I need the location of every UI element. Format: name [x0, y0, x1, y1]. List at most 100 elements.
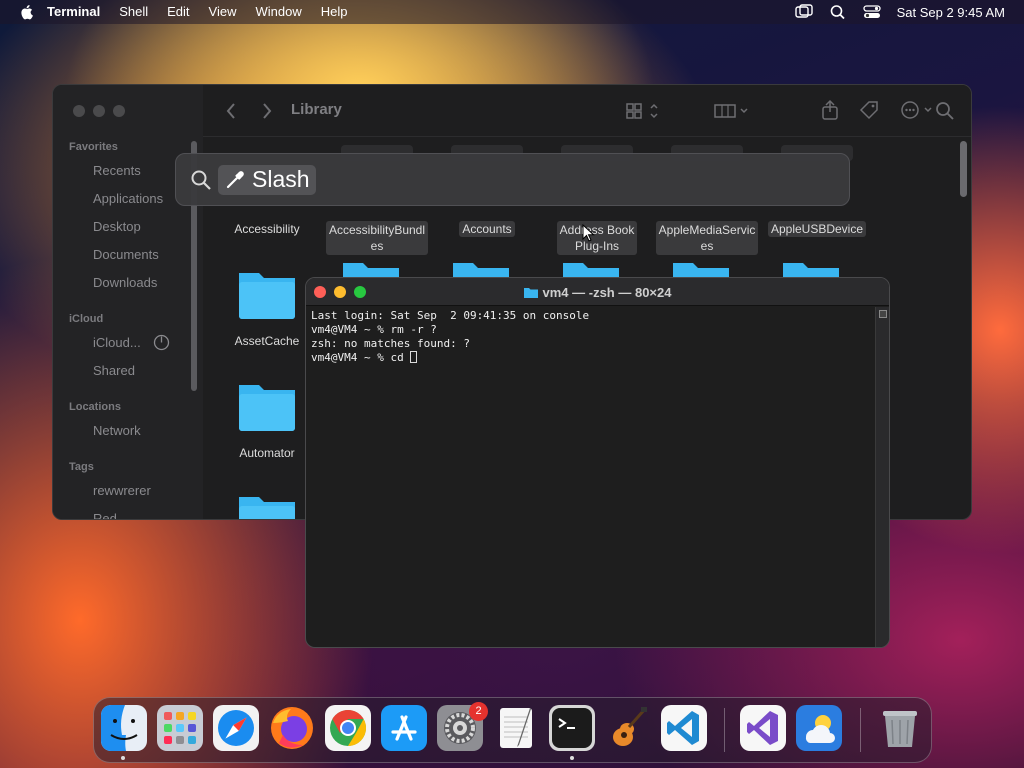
- vscode-icon: [661, 705, 707, 751]
- dock-app-finder[interactable]: [101, 705, 147, 751]
- dock-running-indicator: [570, 756, 574, 760]
- menu-window[interactable]: Window: [256, 0, 302, 24]
- folder-label-text: AppleMediaServic es: [655, 221, 759, 255]
- terminal-icon: [549, 705, 595, 751]
- slash-token-label: Slash: [252, 166, 310, 192]
- sidebar-item-tag-rewwrerer[interactable]: rewwrerer: [93, 483, 151, 498]
- dock-app-firefox[interactable]: [269, 705, 315, 751]
- menu-app-terminal[interactable]: Terminal: [47, 0, 100, 24]
- terminal-line: zsh: no matches found: ?: [311, 337, 470, 350]
- sidebar-item-shared[interactable]: Shared: [93, 363, 135, 378]
- forward-chevron-icon[interactable]: [261, 102, 273, 120]
- folder-label-address-book-plugins[interactable]: Address Book Plug-Ins: [542, 221, 652, 255]
- dock: 2: [93, 697, 932, 763]
- folder-label-accounts[interactable]: Accounts: [432, 221, 542, 237]
- sidebar-header-favorites: Favorites: [69, 141, 118, 153]
- terminal-line: vm4@VM4 ~ % cd: [311, 351, 411, 364]
- sidebar-item-icloud-drive[interactable]: iCloud...: [93, 335, 141, 350]
- menubar-clock[interactable]: Sat Sep 2 9:45 AM: [897, 5, 1005, 20]
- terminal-title: vm4 — -zsh — 80×24: [306, 285, 889, 300]
- folder-label-accessibilitybundles[interactable]: AccessibilityBundl es: [322, 221, 432, 255]
- dock-app-chrome[interactable]: [325, 705, 371, 751]
- terminal-line: vm4@VM4 ~ % rm -r ?: [311, 323, 437, 336]
- back-chevron-icon[interactable]: [225, 102, 237, 120]
- control-center-icon[interactable]: [862, 4, 881, 20]
- terminal-window[interactable]: vm4 — -zsh — 80×24 Last login: Sat Sep 2…: [305, 277, 890, 648]
- search-icon: [191, 170, 211, 190]
- sidebar-item-tag-red[interactable]: Red: [93, 511, 117, 519]
- launchpad-icon: [157, 705, 203, 751]
- dock-app-visual-studio[interactable]: [740, 705, 786, 751]
- terminal-scrollbar[interactable]: [875, 307, 889, 647]
- dock-app-textedit[interactable]: [493, 705, 539, 751]
- finder-toolbar: Library: [203, 85, 971, 137]
- sidebar-item-downloads[interactable]: Downloads: [93, 275, 157, 290]
- finder-content-scrollbar[interactable]: [960, 141, 967, 197]
- finder-search-icon[interactable]: [935, 101, 955, 121]
- menu-view[interactable]: View: [209, 0, 237, 24]
- dock-app-weather[interactable]: [796, 705, 842, 751]
- terminal-output[interactable]: Last login: Sat Sep 2 09:41:35 on consol…: [306, 307, 875, 647]
- view-grid-icon[interactable]: [625, 101, 661, 121]
- menu-help[interactable]: Help: [321, 0, 348, 24]
- folder-label-appleusbdevice[interactable]: AppleUSBDevice: [762, 221, 872, 237]
- folder-icon-automator[interactable]: [237, 381, 297, 431]
- firefox-icon: [271, 707, 313, 749]
- dock-separator: [724, 708, 725, 752]
- sidebar-header-icloud: iCloud: [69, 313, 104, 325]
- dock-app-trash[interactable]: [877, 705, 923, 751]
- app-store-icon: [381, 705, 427, 751]
- dock-app-terminal[interactable]: [549, 705, 595, 751]
- finder-close-button[interactable]: [73, 105, 85, 117]
- dock-app-garageband[interactable]: [605, 705, 651, 751]
- folder-icon[interactable]: [237, 493, 297, 520]
- share-icon[interactable]: [820, 99, 840, 121]
- textedit-icon: [500, 708, 532, 748]
- terminal-scroll-knob[interactable]: [879, 310, 887, 318]
- finder-zoom-button[interactable]: [113, 105, 125, 117]
- dock-app-vscode[interactable]: [661, 705, 707, 751]
- finder-minimize-button[interactable]: [93, 105, 105, 117]
- sidebar-item-recents[interactable]: Recents: [93, 163, 141, 178]
- more-actions-icon[interactable]: [900, 100, 938, 120]
- system-settings-badge: 2: [469, 702, 488, 721]
- sidebar-item-applications[interactable]: Applications: [93, 191, 163, 206]
- slash-command-bar[interactable]: Slash: [175, 153, 850, 206]
- sidebar-item-documents[interactable]: Documents: [93, 247, 159, 262]
- spotlight-search-icon[interactable]: [829, 4, 847, 20]
- folder-label-applemediaservices[interactable]: AppleMediaServic es: [652, 221, 762, 255]
- menu-edit[interactable]: Edit: [167, 0, 189, 24]
- screen-mirroring-icon[interactable]: [794, 4, 813, 20]
- folder-label-text: Address Book Plug-Ins: [556, 221, 638, 255]
- finder-window-title: Library: [291, 101, 342, 118]
- folder-label-accessibility[interactable]: Accessibility: [212, 221, 322, 237]
- terminal-titlebar[interactable]: vm4 — -zsh — 80×24: [306, 278, 889, 306]
- menu-shell[interactable]: Shell: [119, 0, 148, 24]
- trash-icon: [883, 711, 917, 747]
- terminal-title-text: vm4 — -zsh — 80×24: [542, 285, 672, 300]
- sidebar-item-desktop[interactable]: Desktop: [93, 219, 141, 234]
- folder-label-text: Accounts: [459, 221, 515, 237]
- dock-separator: [860, 708, 861, 752]
- safari-compass-icon: [213, 705, 259, 751]
- folder-label-text: AccessibilityBundl es: [325, 221, 429, 255]
- tag-icon[interactable]: [858, 99, 880, 121]
- sidebar-header-tags: Tags: [69, 461, 94, 473]
- terminal-prompt-line[interactable]: vm4@VM4 ~ % cd: [311, 351, 870, 365]
- folder-label-text: AppleUSBDevice: [767, 221, 867, 237]
- slash-token[interactable]: Slash: [218, 164, 316, 195]
- sidebar-item-network[interactable]: Network: [93, 423, 141, 438]
- dock-app-safari[interactable]: [213, 705, 259, 751]
- dock-app-app-store[interactable]: [381, 705, 427, 751]
- chrome-icon: [325, 705, 371, 751]
- finder-window-controls: [73, 105, 133, 117]
- apple-logo-icon[interactable]: [19, 4, 33, 20]
- terminal-line: Last login: Sat Sep 2 09:41:35 on consol…: [311, 309, 590, 322]
- group-by-icon[interactable]: [713, 101, 753, 121]
- guitar-icon: [613, 707, 647, 746]
- eyedropper-icon: [226, 170, 244, 188]
- folder-icon-assetcache[interactable]: [237, 269, 297, 319]
- weather-cloud-sun-icon: [796, 705, 842, 751]
- dock-app-launchpad[interactable]: [157, 705, 203, 751]
- dock-running-indicator: [121, 756, 125, 760]
